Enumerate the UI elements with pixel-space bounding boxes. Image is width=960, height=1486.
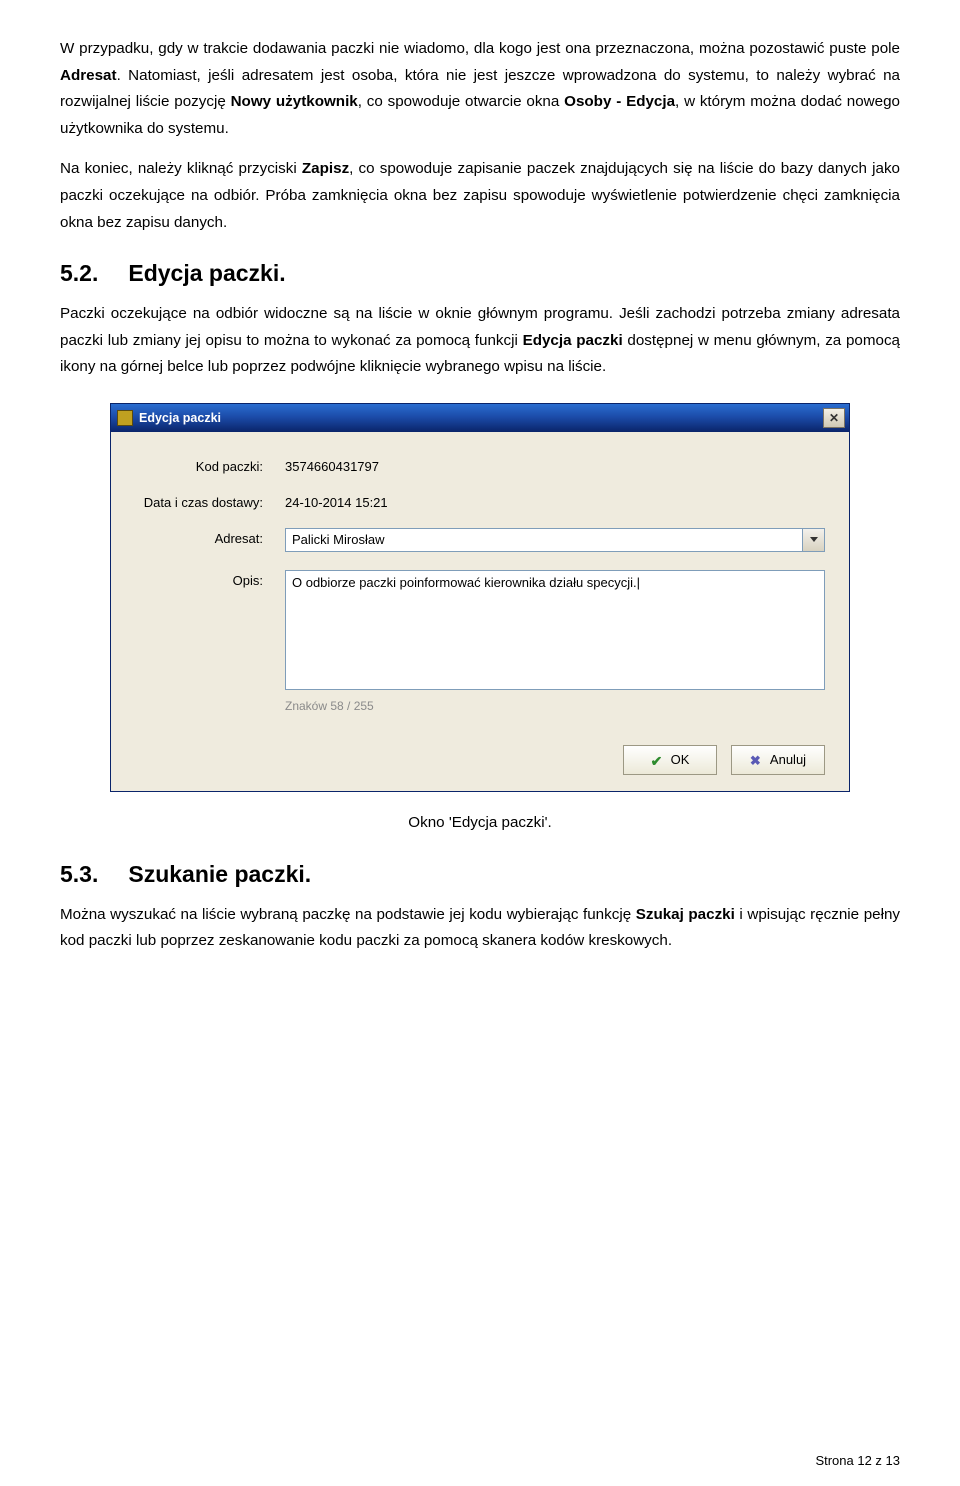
- adresat-input[interactable]: [285, 528, 803, 552]
- bold-zapisz: Zapisz: [302, 160, 349, 177]
- bold-nowy-uzytkownik: Nowy użytkownik: [231, 93, 358, 110]
- row-data-dostawy: Data i czas dostawy: 24-10-2014 15:21: [135, 492, 825, 510]
- row-opis: Opis: O odbiorze paczki poinformować kie…: [135, 570, 825, 713]
- heading-5-2: 5.2. Edycja paczki.: [60, 260, 900, 287]
- heading-title: Szukanie paczki.: [128, 861, 311, 887]
- dialog-button-row: OK Anuluj: [111, 745, 849, 791]
- paragraph-edycja-intro: Paczki oczekujące na odbiór widoczne są …: [60, 301, 900, 381]
- opis-field: O odbiorze paczki poinformować kierownik…: [285, 570, 825, 713]
- dialog-title: Edycja paczki: [139, 411, 823, 425]
- bold-osoby-edycja: Osoby - Edycja: [564, 93, 675, 110]
- dialog-screenshot: Edycja paczki ✕ Kod paczki: 357466043179…: [60, 403, 900, 792]
- value-kod-paczki: 3574660431797: [285, 456, 379, 474]
- bold-edycja-paczki: Edycja paczki: [523, 332, 623, 349]
- heading-number: 5.2.: [60, 260, 98, 287]
- chevron-down-icon: [810, 537, 818, 542]
- adresat-combo[interactable]: [285, 528, 825, 552]
- dialog-titlebar: Edycja paczki ✕: [111, 404, 849, 432]
- edit-package-dialog: Edycja paczki ✕ Kod paczki: 357466043179…: [110, 403, 850, 792]
- opis-textarea[interactable]: O odbiorze paczki poinformować kierownik…: [285, 570, 825, 690]
- page-footer: Strona 12 z 13: [815, 1453, 900, 1468]
- bold-szukaj-paczki: Szukaj paczki: [636, 906, 735, 923]
- check-icon: [651, 753, 665, 767]
- row-kod-paczki: Kod paczki: 3574660431797: [135, 456, 825, 474]
- text: , co spowoduje otwarcie okna: [358, 93, 564, 110]
- heading-5-3: 5.3. Szukanie paczki.: [60, 861, 900, 888]
- text: Można wyszukać na liście wybraną paczkę …: [60, 906, 636, 923]
- adresat-dropdown-button[interactable]: [803, 528, 825, 552]
- ok-button[interactable]: OK: [623, 745, 717, 775]
- text: Na koniec, należy kliknąć przyciski: [60, 160, 302, 177]
- ok-button-label: OK: [671, 752, 690, 767]
- cancel-icon: [750, 753, 764, 767]
- app-icon: [117, 410, 133, 426]
- cancel-button[interactable]: Anuluj: [731, 745, 825, 775]
- label-opis: Opis:: [135, 570, 285, 588]
- cancel-button-label: Anuluj: [770, 752, 806, 767]
- paragraph-szukaj: Można wyszukać na liście wybraną paczkę …: [60, 902, 900, 955]
- char-count: Znaków 58 / 255: [285, 699, 825, 713]
- paragraph-adresat-intro: W przypadku, gdy w trakcie dodawania pac…: [60, 36, 900, 142]
- bold-adresat: Adresat: [60, 67, 117, 84]
- heading-title: Edycja paczki.: [128, 260, 285, 286]
- label-adresat: Adresat:: [135, 528, 285, 546]
- value-data-dostawy: 24-10-2014 15:21: [285, 492, 388, 510]
- paragraph-zapisz: Na koniec, należy kliknąć przyciski Zapi…: [60, 156, 900, 236]
- heading-number: 5.3.: [60, 861, 98, 888]
- close-button[interactable]: ✕: [823, 408, 845, 428]
- close-icon: ✕: [829, 411, 839, 425]
- figure-caption: Okno 'Edycja paczki'.: [60, 810, 900, 837]
- document-page: W przypadku, gdy w trakcie dodawania pac…: [0, 0, 960, 1486]
- label-kod-paczki: Kod paczki:: [135, 456, 285, 474]
- text: W przypadku, gdy w trakcie dodawania pac…: [60, 40, 900, 57]
- label-data-dostawy: Data i czas dostawy:: [135, 492, 285, 510]
- row-adresat: Adresat:: [135, 528, 825, 552]
- dialog-body: Kod paczki: 3574660431797 Data i czas do…: [111, 432, 849, 745]
